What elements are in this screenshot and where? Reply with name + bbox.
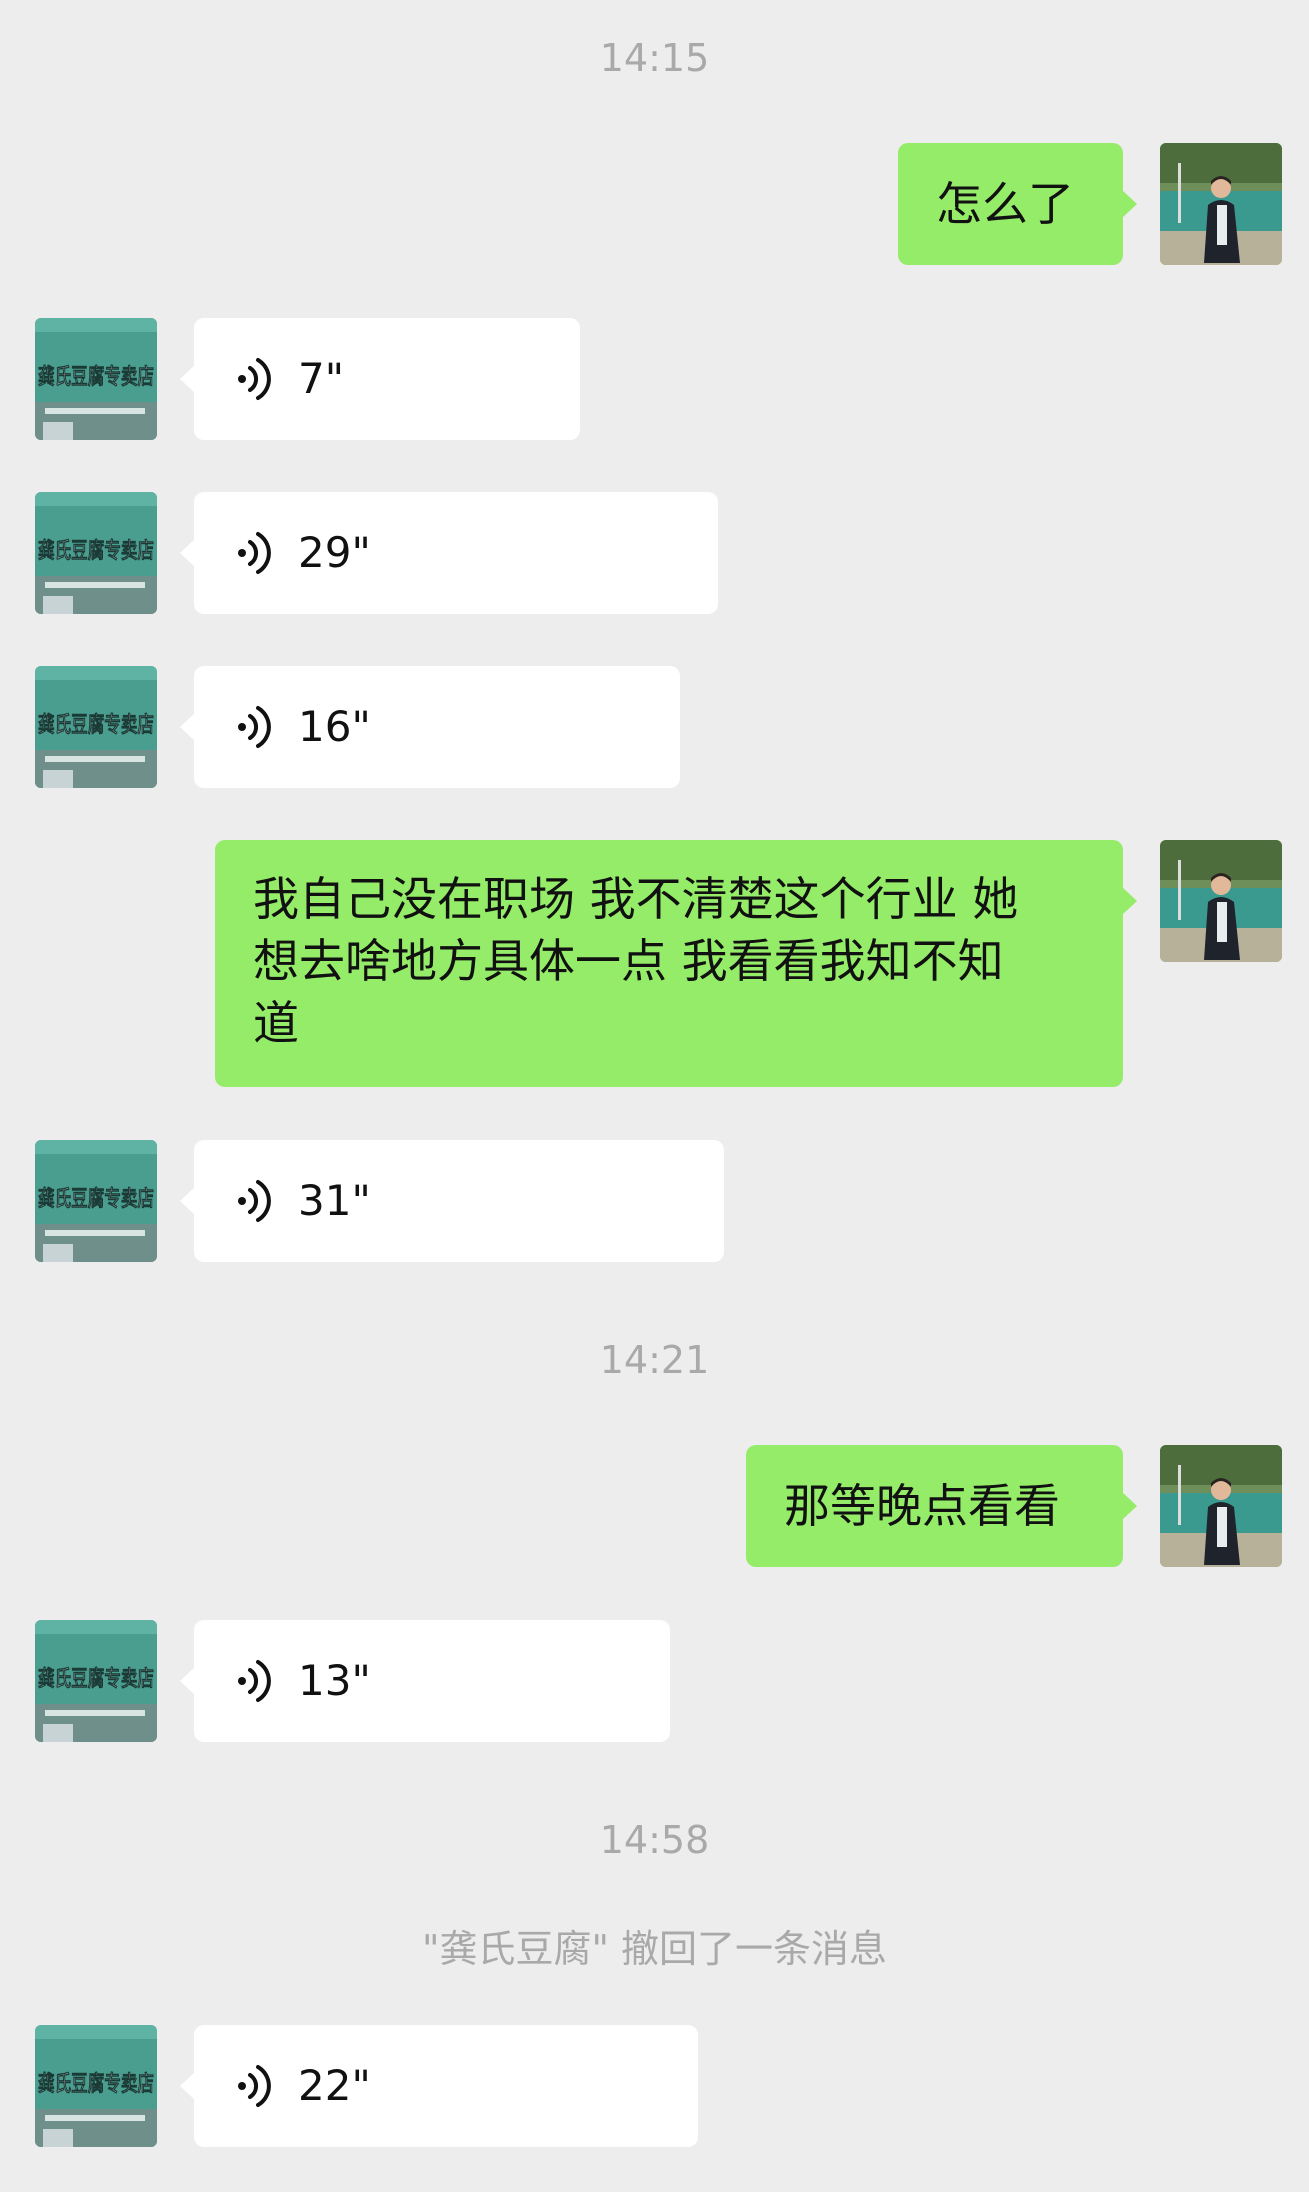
voice-duration: 16" [298,702,371,751]
voice-wave-icon [238,1180,271,1222]
voice-message-bubble[interactable]: 13" [180,1620,670,1742]
voice-message-bubble[interactable]: 16" [180,666,680,788]
voice-wave-icon [238,532,271,574]
voice-wave-icon [238,706,271,748]
peer-avatar[interactable]: 龚氏豆腐专卖店 [35,492,157,614]
peer-avatar[interactable]: 龚氏豆腐专卖店 [35,2025,157,2147]
shop-sign-photo: 龚氏豆腐专卖店 [35,666,157,788]
shop-sign-lettering: 龚氏豆腐专卖店 [38,364,154,390]
voice-duration: 13" [298,1656,371,1705]
peer-avatar[interactable]: 龚氏豆腐专卖店 [35,666,157,788]
shop-sign-photo: 龚氏豆腐专卖店 [35,1620,157,1742]
self-portrait-photo [1160,143,1282,265]
message-text-line: 想去啥地方具体一点 我看看我知不知 [253,934,1004,988]
self-portrait-photo [1160,840,1282,962]
voice-wave-icon [238,358,271,400]
voice-duration: 7" [298,354,345,403]
shop-sign-lettering: 龚氏豆腐专卖店 [38,1186,154,1212]
my-avatar[interactable] [1160,840,1282,962]
shop-sign-photo: 龚氏豆腐专卖店 [35,492,157,614]
voice-duration: 31" [298,1176,371,1225]
timestamp: 14:15 [599,36,710,80]
chat-window[interactable]: 14:15 怎么了 龚氏豆腐专卖店 7" 龚氏豆腐专卖店 29" 龚氏豆腐专卖 [0,0,1309,2192]
my-avatar[interactable] [1160,1445,1282,1567]
shop-sign-photo: 龚氏豆腐专卖店 [35,318,157,440]
timestamp: 14:58 [599,1818,710,1862]
my-message-bubble[interactable]: 那等晚点看看 [746,1445,1137,1567]
shop-sign-lettering: 龚氏豆腐专卖店 [38,1666,154,1692]
voice-message-bubble[interactable]: 31" [180,1140,724,1262]
voice-message-bubble[interactable]: 29" [180,492,718,614]
message-text: 怎么了 [936,177,1074,231]
timestamp: 14:21 [599,1338,710,1382]
shop-sign-photo: 龚氏豆腐专卖店 [35,1140,157,1262]
self-portrait-photo [1160,1445,1282,1567]
peer-avatar[interactable]: 龚氏豆腐专卖店 [35,1620,157,1742]
shop-sign-photo: 龚氏豆腐专卖店 [35,2025,157,2147]
voice-duration: 29" [298,528,371,577]
message-text-line: 我自己没在职场 我不清楚这个行业 她 [253,872,1019,926]
my-avatar[interactable] [1160,143,1282,265]
voice-wave-icon [238,1660,271,1702]
shop-sign-lettering: 龚氏豆腐专卖店 [38,712,154,738]
voice-wave-icon [238,2065,271,2107]
my-message-bubble[interactable]: 我自己没在职场 我不清楚这个行业 她 想去啥地方具体一点 我看看我知不知 道 [215,840,1137,1087]
recall-notice: "龚氏豆腐" 撤回了一条消息 [421,1927,888,1971]
my-message-bubble[interactable]: 怎么了 [898,143,1137,265]
message-text: 那等晚点看看 [784,1479,1060,1533]
message-text-line: 道 [253,996,299,1050]
shop-sign-lettering: 龚氏豆腐专卖店 [38,2071,154,2097]
voice-message-bubble[interactable]: 7" [180,318,580,440]
voice-duration: 22" [298,2061,371,2110]
peer-avatar[interactable]: 龚氏豆腐专卖店 [35,318,157,440]
voice-message-bubble[interactable]: 22" [180,2025,698,2147]
peer-avatar[interactable]: 龚氏豆腐专卖店 [35,1140,157,1262]
shop-sign-lettering: 龚氏豆腐专卖店 [38,538,154,564]
